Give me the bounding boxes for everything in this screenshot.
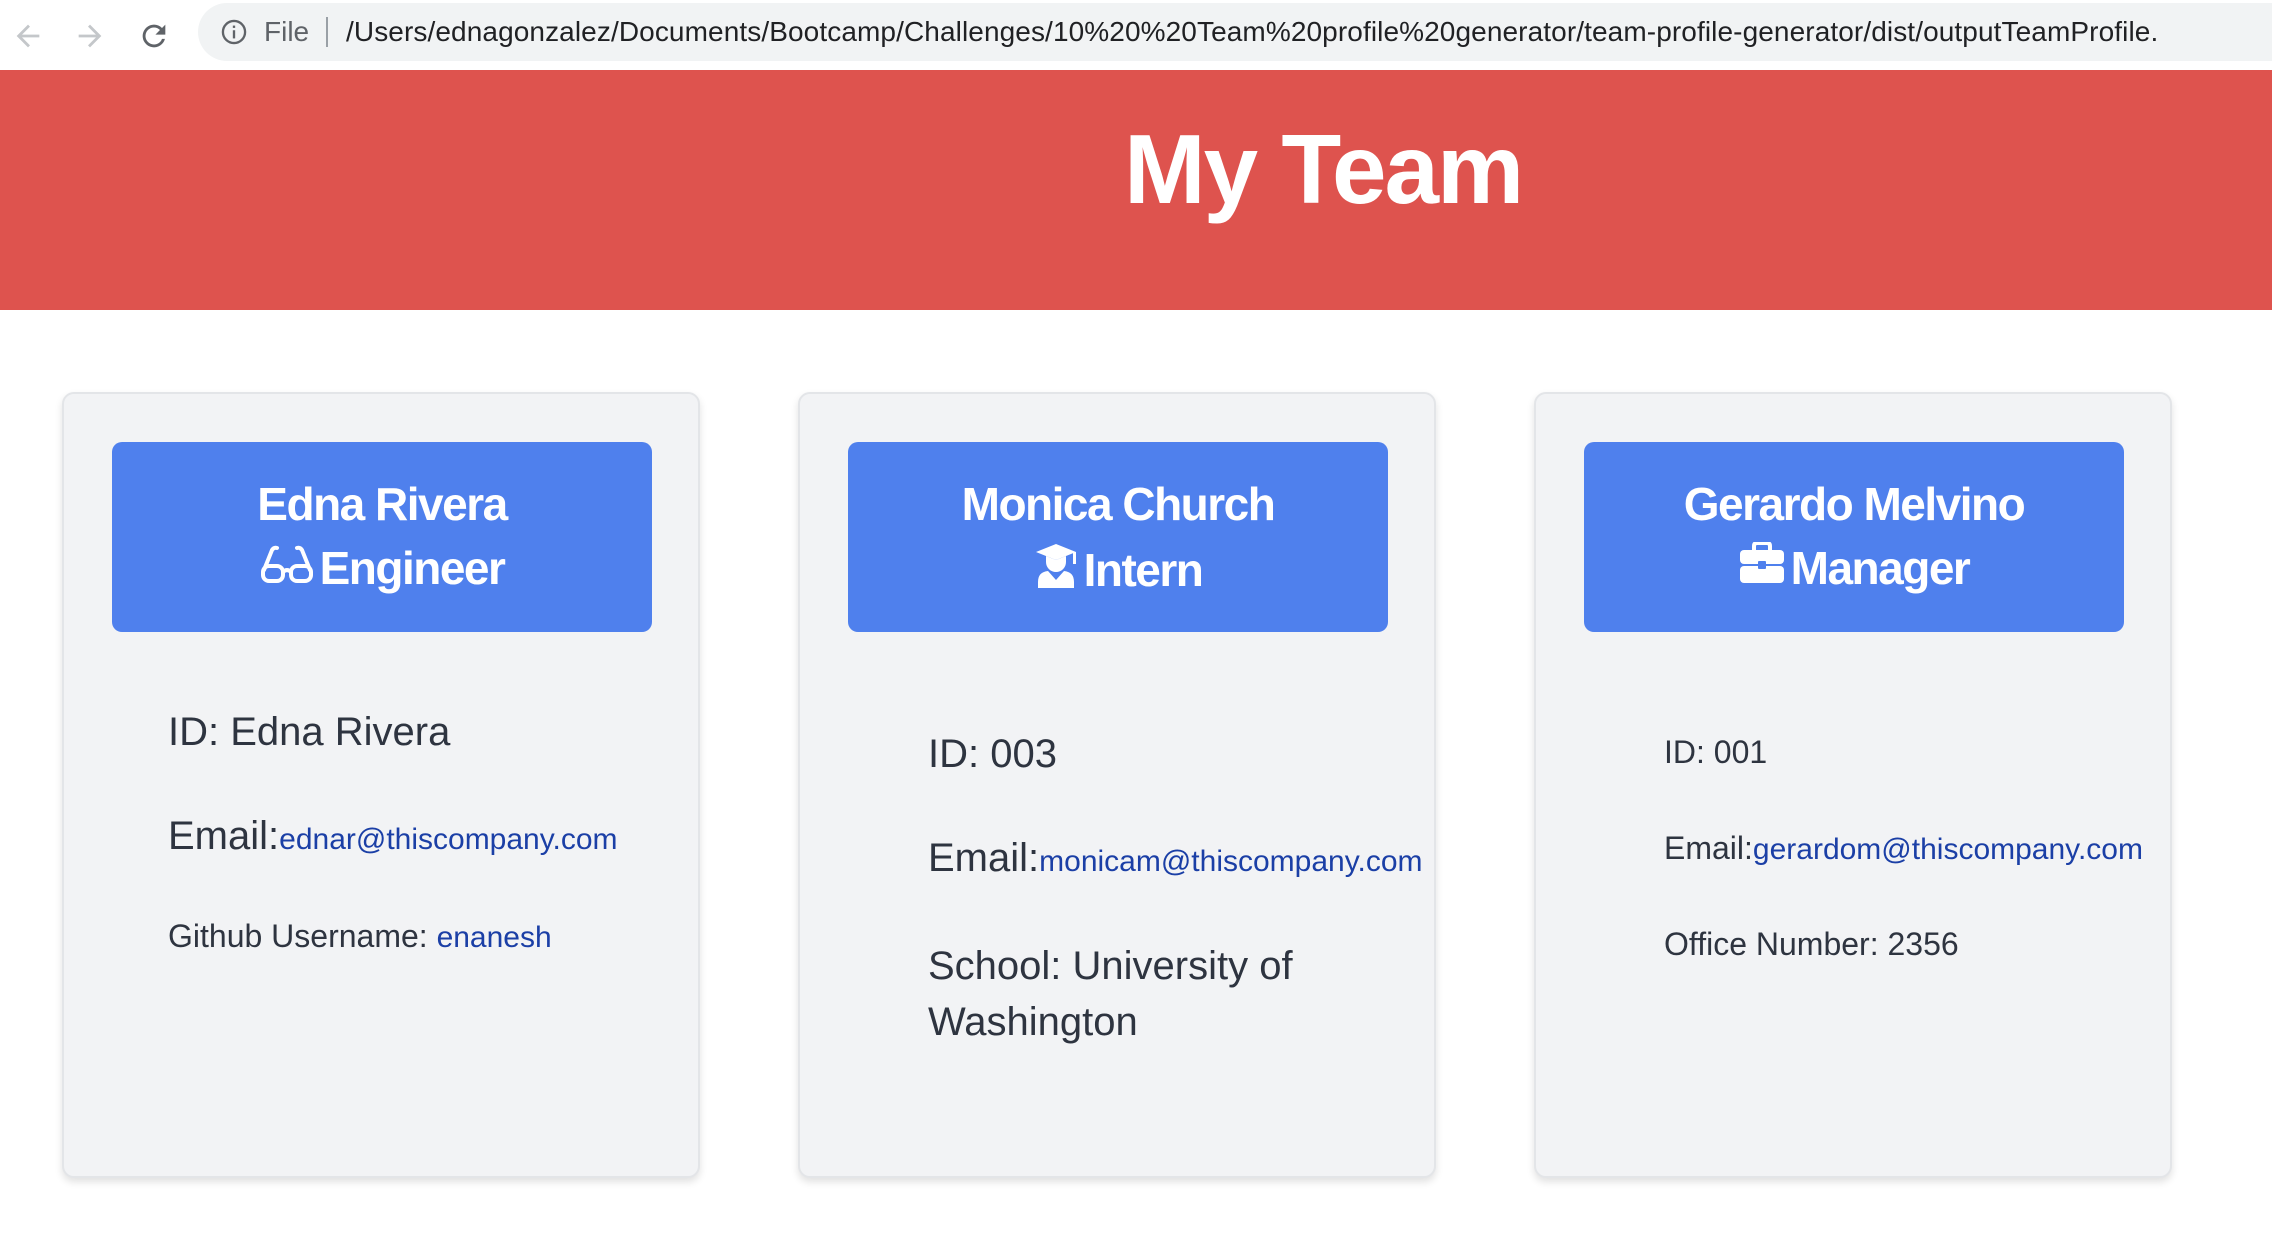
reload-icon (142, 24, 166, 48)
team-card-engineer: Edna Rivera Engineer ID: Edna Rivera Ema… (62, 392, 700, 1178)
back-button[interactable] (6, 14, 50, 58)
address-bar[interactable]: File /Users/ednagonzalez/Documents/Bootc… (198, 3, 2272, 61)
info-icon[interactable] (220, 18, 248, 46)
employee-office-number: Office Number: 2356 (1664, 926, 1959, 963)
arrow-right-icon (78, 24, 102, 48)
employee-id: ID: 001 (1664, 734, 1767, 771)
page-header: My Team (0, 70, 2272, 310)
office-label: Office Number: (1664, 926, 1888, 962)
github-label: Github Username: (168, 918, 437, 954)
id-value: Edna Rivera (230, 710, 451, 754)
employee-school: School: University of Washington (928, 938, 1328, 1050)
browser-toolbar: File /Users/ednagonzalez/Documents/Bootc… (0, 0, 2272, 70)
file-scheme-label: File (264, 16, 310, 47)
employee-email: Email:monicam@thiscompany.com (928, 836, 1423, 881)
employee-id: ID: 003 (928, 732, 1057, 777)
id-value: 003 (990, 732, 1057, 776)
arrow-left-icon (16, 24, 40, 48)
id-label: ID: (168, 710, 231, 754)
url-text[interactable]: /Users/ednagonzalez/Documents/Bootcamp/C… (346, 17, 2158, 47)
card-body: ID: Edna Rivera Email:ednar@thiscompany.… (64, 394, 698, 1176)
github-link[interactable]: enanesh (437, 921, 552, 954)
email-label: Email: (1664, 830, 1753, 866)
reload-button[interactable] (132, 14, 176, 58)
office-value: 2356 (1887, 926, 1959, 962)
card-body: ID: 003 Email:monicam@thiscompany.com Sc… (800, 394, 1434, 1176)
email-link[interactable]: ednar@thiscompany.com (279, 823, 617, 856)
employee-github: Github Username: enanesh (168, 918, 552, 955)
email-label: Email: (928, 836, 1040, 880)
email-label: Email: (168, 814, 280, 858)
employee-email: Email:gerardom@thiscompany.com (1664, 830, 2143, 867)
id-label: ID: (928, 732, 991, 776)
id-value: 001 (1713, 734, 1768, 770)
team-card-intern: Monica Church Intern ID: 003 Email:monic… (798, 392, 1436, 1178)
card-body: ID: 001 Email:gerardom@thiscompany.com O… (1536, 394, 2170, 1176)
employee-id: ID: Edna Rivera (168, 710, 450, 755)
email-link[interactable]: monicam@thiscompany.com (1039, 845, 1422, 878)
email-link[interactable]: gerardom@thiscompany.com (1753, 833, 2143, 866)
id-label: ID: (1664, 734, 1714, 770)
team-card-manager: Gerardo Melvino Manager ID: 001 Email:ge… (1534, 392, 2172, 1178)
employee-email: Email:ednar@thiscompany.com (168, 814, 618, 859)
page-title: My Team (1124, 114, 1524, 224)
address-separator (326, 17, 328, 47)
forward-button[interactable] (68, 14, 112, 58)
school-label: School: (928, 944, 1073, 988)
